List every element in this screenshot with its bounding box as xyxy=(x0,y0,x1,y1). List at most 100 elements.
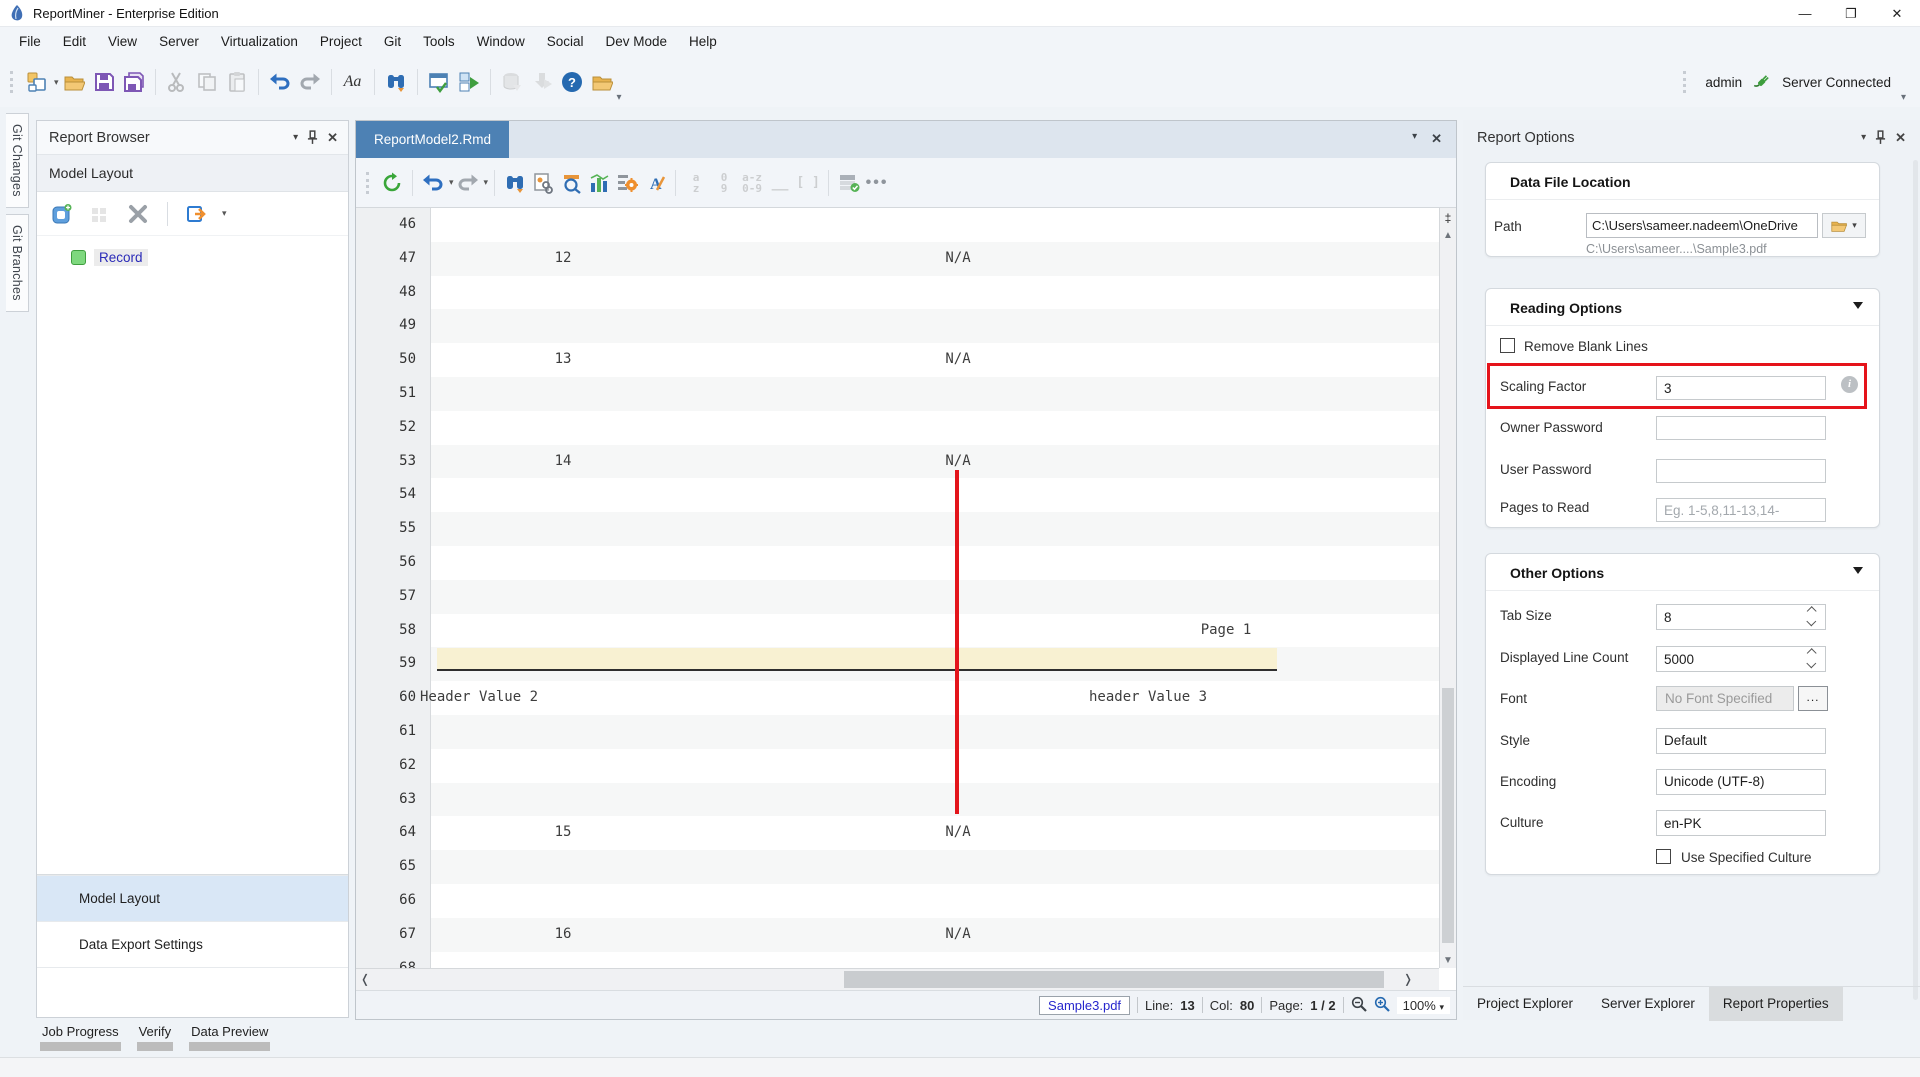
redo-dropdown-icon[interactable]: ▾ xyxy=(484,177,489,188)
find-button[interactable] xyxy=(381,67,411,97)
displayed-line-count-stepper[interactable] xyxy=(1804,647,1818,669)
menu-item-server[interactable]: Server xyxy=(148,27,210,57)
document-line-54[interactable] xyxy=(431,478,1439,512)
tab-size-input[interactable] xyxy=(1656,604,1826,630)
document-line-50[interactable]: 13N/A xyxy=(431,343,1439,377)
tab-close-icon[interactable]: ✕ xyxy=(1431,131,1442,147)
zoom-out-button[interactable] xyxy=(1351,996,1367,1015)
undo-button[interactable] xyxy=(265,67,295,97)
file-name-chip[interactable]: Sample3.pdf xyxy=(1039,996,1130,1015)
browse-dropdown-icon[interactable]: ▾ xyxy=(1852,220,1857,231)
tab-server-explorer[interactable]: Server Explorer xyxy=(1587,987,1709,1021)
sort-numeric-button[interactable]: 09 xyxy=(710,168,738,198)
toolbar-grip[interactable] xyxy=(1683,71,1687,93)
pin-icon[interactable] xyxy=(307,130,318,145)
table-check-button[interactable] xyxy=(835,168,863,198)
run-preview-button[interactable] xyxy=(454,67,484,97)
culture-input[interactable] xyxy=(1656,810,1826,836)
save-all-button[interactable] xyxy=(119,67,149,97)
menu-item-virtualization[interactable]: Virtualization xyxy=(210,27,309,57)
add-field-button[interactable] xyxy=(85,199,115,229)
export-database-button[interactable] xyxy=(497,67,527,97)
redo-button[interactable] xyxy=(295,67,325,97)
open-file-button[interactable] xyxy=(59,67,89,97)
document-line-46[interactable] xyxy=(431,208,1439,242)
panel-menu-icon[interactable]: ▾ xyxy=(1861,132,1866,143)
style-dropdown[interactable]: Default xyxy=(1656,728,1826,754)
close-button[interactable]: ✕ xyxy=(1874,0,1920,27)
bottom-tab-job-progress[interactable]: Job Progress xyxy=(40,1022,121,1051)
document-line-47[interactable]: 12N/A xyxy=(431,242,1439,276)
document-line-67[interactable]: 16N/A xyxy=(431,918,1439,952)
document-line-56[interactable] xyxy=(431,546,1439,580)
export-layout-dropdown-icon[interactable]: ▾ xyxy=(222,208,227,219)
scroll-down-icon[interactable]: ▼ xyxy=(1440,955,1456,966)
panel-menu-icon[interactable]: ▾ xyxy=(293,132,298,143)
menu-item-file[interactable]: File xyxy=(8,27,52,57)
new-report-button[interactable] xyxy=(22,67,52,97)
validate-window-button[interactable] xyxy=(424,67,454,97)
scroll-right-icon[interactable]: ❭ xyxy=(1403,972,1413,986)
auto-create-fields-button[interactable] xyxy=(613,168,641,198)
document-line-66[interactable] xyxy=(431,884,1439,918)
document-line-60[interactable]: Header Value 2header Value 3 xyxy=(431,681,1439,715)
vertical-scrollbar[interactable]: ‡ ▲ ▼ xyxy=(1439,208,1456,968)
menu-item-window[interactable]: Window xyxy=(466,27,536,57)
collapse-section-icon[interactable] xyxy=(1853,567,1863,574)
find-button[interactable] xyxy=(501,168,529,198)
sort-alpha-button[interactable]: az xyxy=(682,168,710,198)
menu-item-view[interactable]: View xyxy=(97,27,148,57)
horizontal-scrollbar[interactable]: ❬ ❭ xyxy=(356,968,1439,990)
scroll-up-icon[interactable]: ▲ xyxy=(1440,230,1456,241)
bottom-tab-data-preview[interactable]: Data Preview xyxy=(189,1022,270,1051)
document-line-48[interactable] xyxy=(431,276,1439,310)
use-specified-culture-checkbox[interactable] xyxy=(1656,849,1671,864)
brackets-button[interactable]: [ ] xyxy=(794,168,822,198)
sidebar-item-data-export-settings[interactable]: Data Export Settings xyxy=(37,921,348,967)
underscore-button[interactable]: __ xyxy=(766,168,794,198)
refresh-button[interactable] xyxy=(378,168,406,198)
document-line-53[interactable]: 14N/A xyxy=(431,445,1439,479)
tree-item-record[interactable]: Record xyxy=(37,244,348,270)
path-input[interactable] xyxy=(1586,213,1818,238)
font-button[interactable]: Aa xyxy=(338,67,368,97)
tab-project-explorer[interactable]: Project Explorer xyxy=(1463,987,1587,1021)
redo-button[interactable] xyxy=(454,168,482,198)
vertical-scroll-thumb[interactable] xyxy=(1442,688,1454,943)
more-options-button[interactable]: ••• xyxy=(863,168,891,198)
panel-close-icon[interactable]: ✕ xyxy=(1895,130,1906,146)
statistics-button[interactable] xyxy=(585,168,613,198)
document-line-55[interactable] xyxy=(431,512,1439,546)
field-properties-button[interactable] xyxy=(529,168,557,198)
toolbar-grip[interactable] xyxy=(10,71,14,93)
sidebar-item-model-layout[interactable]: Model Layout xyxy=(37,875,348,921)
tab-report-properties[interactable]: Report Properties xyxy=(1709,987,1843,1021)
zoom-in-button[interactable] xyxy=(1374,996,1390,1015)
displayed-line-count-input[interactable] xyxy=(1656,646,1826,672)
horizontal-scroll-thumb[interactable] xyxy=(844,971,1384,988)
menu-item-help[interactable]: Help xyxy=(678,27,728,57)
menu-item-tools[interactable]: Tools xyxy=(412,27,466,57)
toolbar-overflow-button[interactable]: ▾ xyxy=(617,92,622,103)
undo-button[interactable] xyxy=(419,168,447,198)
restore-button[interactable]: ❐ xyxy=(1828,0,1874,27)
tab-size-stepper[interactable] xyxy=(1804,605,1818,627)
document-line-64[interactable]: 15N/A xyxy=(431,816,1439,850)
menu-item-project[interactable]: Project xyxy=(309,27,373,57)
edit-font-button[interactable]: A xyxy=(641,168,669,198)
open-project-button[interactable] xyxy=(587,67,617,97)
menu-item-dev-mode[interactable]: Dev Mode xyxy=(594,27,678,57)
undo-dropdown-icon[interactable]: ▾ xyxy=(449,177,454,188)
owner-password-input[interactable] xyxy=(1656,416,1826,440)
side-tab-git-changes[interactable]: Git Changes xyxy=(6,113,29,208)
toolbar-overflow-button[interactable]: ▾ xyxy=(1901,92,1906,103)
document-line-68[interactable] xyxy=(431,952,1439,968)
menu-item-social[interactable]: Social xyxy=(536,27,595,57)
save-button[interactable] xyxy=(89,67,119,97)
menu-item-edit[interactable]: Edit xyxy=(52,27,97,57)
document-line-59[interactable] xyxy=(431,647,1439,681)
export-layout-button[interactable] xyxy=(182,199,212,229)
tab-reportmodel2[interactable]: ReportModel2.Rmd xyxy=(356,121,509,158)
document-line-58[interactable]: Page 1 xyxy=(431,614,1439,648)
splitter-handle-icon[interactable]: ‡ xyxy=(1441,211,1455,227)
